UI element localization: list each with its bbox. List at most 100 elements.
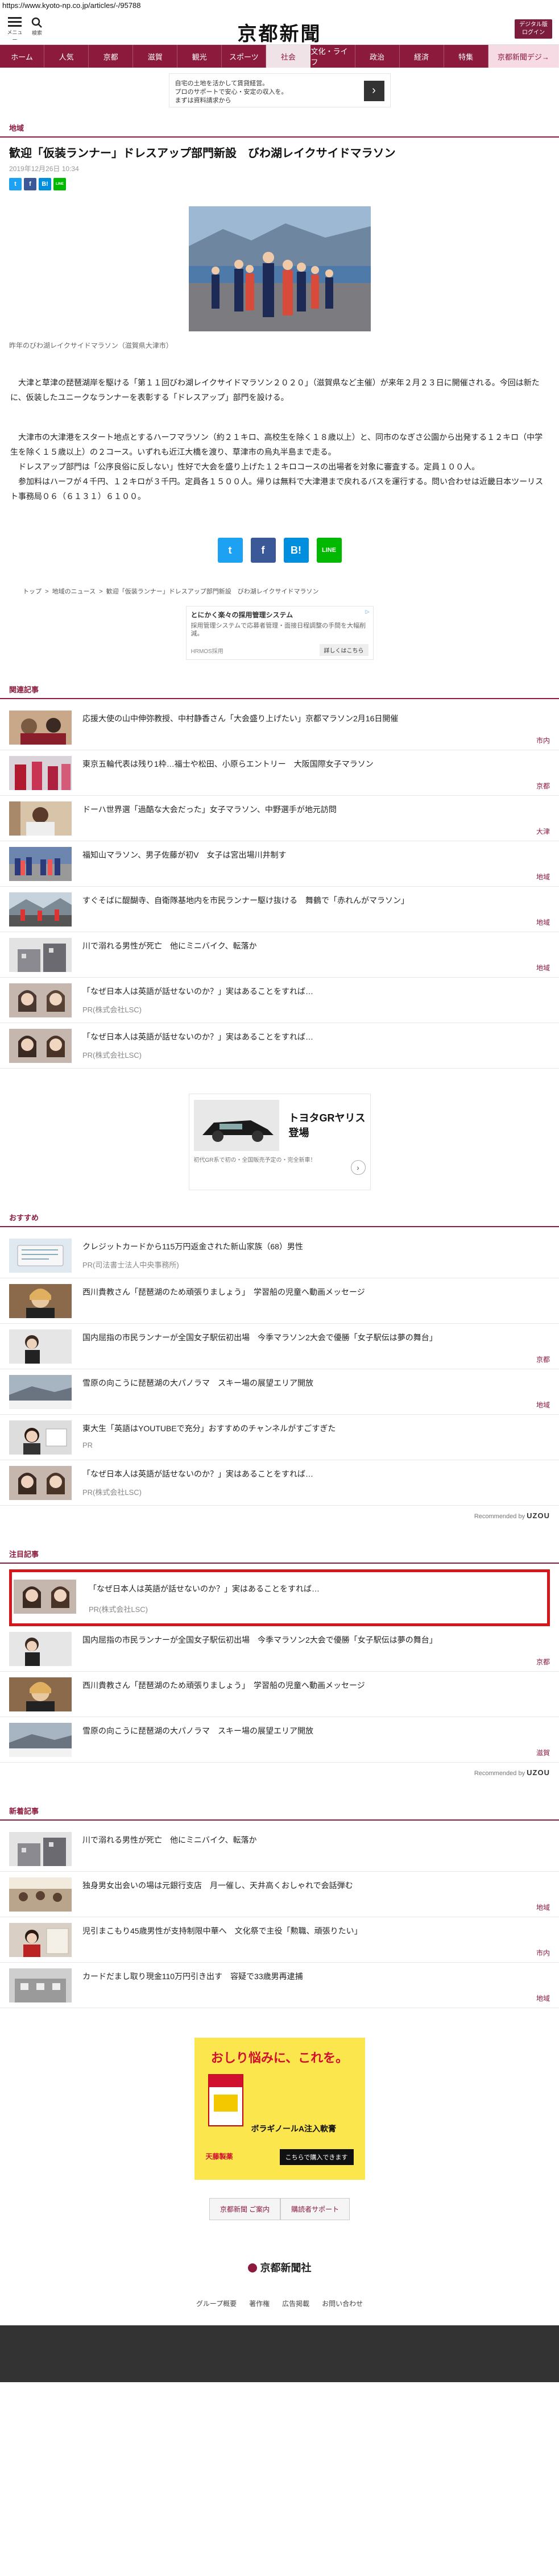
chumoku-item-2[interactable]: 国内屈指の市民ランナーが全国女子駅伝初出場 今季マラソン2大会で優勝「女子駅伝は… <box>0 1626 559 1672</box>
footer-nav-copyright[interactable]: 著作権 <box>249 2299 270 2308</box>
related-item-5[interactable]: すぐそばに醍醐寺、自衛隊基地内を市民ランナー駆け抜ける 舞鶴で「赤れんがマラソン… <box>0 887 559 932</box>
nav-features[interactable]: 特集 <box>444 45 488 68</box>
nav-popular[interactable]: 人気 <box>44 45 89 68</box>
footer-nav-ads[interactable]: 広告掲載 <box>282 2299 309 2308</box>
article-photo[interactable] <box>188 206 371 331</box>
thumbnail-image <box>9 1420 72 1455</box>
thumbnail-image <box>9 1239 72 1273</box>
related-item-7[interactable]: 「なぜ日本人は英語が話せないのか？」実はあることをすれば… PR(株式会社LSC… <box>0 978 559 1023</box>
nav-sports[interactable]: スポーツ <box>222 45 267 68</box>
chumoku-item-1[interactable]: 「なぜ日本人は英語が話せないのか？」実はあることをすれば… PR(株式会社LSC… <box>9 1569 550 1626</box>
mid-ad-banner[interactable]: とにかく楽々の採用管理システム 採用管理システムで応募者管理・面接日程調整の手間… <box>185 606 374 660</box>
share-bar-top: t f B! LINE <box>0 178 559 190</box>
footer-nav-group[interactable]: グループ概要 <box>196 2299 237 2308</box>
related-item-4[interactable]: 福知山マラソン、男子佐藤が初V 女子は宮出場川井制す 地域 <box>0 841 559 887</box>
article-paragraph-2: 大津市の大津港をスタート地点とするハーフマラソン（約２１キロ、高校生を除く１８歳… <box>10 433 543 456</box>
footer-link-info[interactable]: 京都新聞 ご案内 <box>209 2198 281 2220</box>
footer-link-support[interactable]: 購読者サポート <box>280 2198 350 2220</box>
latest-item-4[interactable]: カードだまし取り現金110万円引き出す 容疑で33歳男再逮捕 地域 <box>0 1963 559 2008</box>
hatena-bookmark-icon[interactable]: B! <box>39 178 51 190</box>
facebook-share-icon[interactable]: f <box>250 538 276 563</box>
latest-item-1[interactable]: 川で溺れる男性が死亡 他にミニバイク、転落か <box>0 1826 559 1872</box>
thumbnail-image <box>9 711 72 745</box>
list-item-tag[interactable]: 市内 <box>536 736 550 745</box>
list-item-tag[interactable]: 大津 <box>536 826 550 836</box>
related-item-6[interactable]: 川で溺れる男性が死亡 他にミニバイク、転落か 地域 <box>0 932 559 978</box>
digital-login-button[interactable]: デジタル版 ログイン <box>515 19 552 39</box>
marathon-photo-image <box>188 206 371 331</box>
related-heading: 関連記事 <box>9 685 39 694</box>
breadcrumb-local[interactable]: 地域のニュース <box>52 588 96 595</box>
list-item-tag[interactable]: 市内 <box>536 1948 550 1958</box>
chevron-right-icon[interactable]: › <box>363 81 384 101</box>
company-seal-icon <box>247 2263 257 2272</box>
share-bar-bottom: t f B! LINE <box>0 538 559 563</box>
osusume-item-5[interactable]: 東大生「英語はYOUTUBEで充分」おすすめのチャンネルがすごすぎた PR <box>0 1415 559 1460</box>
list-item-tag[interactable]: 地域 <box>536 917 550 927</box>
nav-kyoto[interactable]: 京都 <box>89 45 134 68</box>
nav-politics[interactable]: 政治 <box>355 45 400 68</box>
hatena-share-icon[interactable]: B! <box>283 538 309 563</box>
mid-ad-brand: HRMOS採用 <box>191 649 223 655</box>
list-item-title: すぐそばに醍醐寺、自衛隊基地内を市民ランナー駆け抜ける 舞鶴で「赤れんがマラソン… <box>82 896 409 905</box>
article-section-label[interactable]: 地域 <box>0 122 559 133</box>
chevron-right-icon[interactable]: › <box>350 1160 366 1175</box>
mid-ad-cta[interactable]: 詳しくはこちら <box>319 644 368 656</box>
list-item-title: カードだまし取り現金110万円引き出す 容疑で33歳男再逮捕 <box>82 1972 303 1981</box>
list-item-tag[interactable]: 地域 <box>536 963 550 973</box>
nav-digital[interactable]: 京都新聞デジ→ <box>488 45 559 68</box>
list-item-tag[interactable]: 地域 <box>536 1902 550 1912</box>
nav-culture[interactable]: 文化・ライフ <box>310 45 355 68</box>
line-share-icon[interactable]: LINE <box>316 538 342 563</box>
list-item-title: クレジットカードから115万円返金された新山家族（68）男性 <box>82 1242 303 1251</box>
ad-choices-icon[interactable]: ▷ <box>366 609 370 615</box>
top-ad-banner[interactable]: 自宅の土地を活かして賃貸経営。 プロのサポートで安心・安定の収入を。 まずは資料… <box>168 73 391 107</box>
list-item-tag[interactable]: 京都 <box>536 1657 550 1667</box>
car-image <box>193 1100 279 1151</box>
chumoku-item-3[interactable]: 西川貴教さん「琵琶湖のため頑張りましょう」 学習船の児童へ動画メッセージ <box>0 1672 559 1717</box>
list-item-tag[interactable]: 地域 <box>536 872 550 882</box>
footer-nav-contact[interactable]: お問い合わせ <box>322 2299 363 2308</box>
osusume-item-3[interactable]: 国内屈指の市民ランナーが全国女子駅伝初出場 今季マラソン2大会で優勝「女子駅伝は… <box>0 1324 559 1369</box>
bottom-ad-cta[interactable]: こちらで購入できます <box>279 2149 354 2165</box>
twitter-icon[interactable]: t <box>9 178 22 190</box>
bottom-ad-maker: 天藤製薬 <box>205 2153 233 2160</box>
list-item-sponsor: PR <box>82 1441 93 1449</box>
bottom-ad-banner[interactable]: おしり悩みに、これを。 ボラギノールA注入軟膏 天藤製薬 こちらで購入できます <box>194 2038 365 2180</box>
url-bar[interactable]: https://www.kyoto-np.co.jp/articles/-/95… <box>0 0 559 14</box>
related-item-2[interactable]: 東京五輪代表は残り1枠…福士や松田、小原らエントリー 大阪国際女子マラソン 京都 <box>0 750 559 796</box>
thumbnail-image <box>9 1632 72 1666</box>
osusume-item-1[interactable]: クレジットカードから115万円返金された新山家族（68）男性 PR(司法書士法人… <box>0 1233 559 1278</box>
facebook-icon[interactable]: f <box>24 178 36 190</box>
list-item-tag[interactable]: 地域 <box>536 1993 550 2003</box>
recommended-by[interactable]: Recommended by UZOU <box>0 1768 559 1777</box>
footer-logo[interactable]: 京都新聞社 <box>0 2260 559 2275</box>
nav-home[interactable]: ホーム <box>0 45 45 68</box>
list-item-tag[interactable]: 地域 <box>536 1400 550 1410</box>
thumbnail-image <box>9 938 72 972</box>
osusume-heading: おすすめ <box>9 1214 39 1222</box>
related-item-1[interactable]: 応援大使の山中伸弥教授、中村静香さん「大会盛り上げたい」京都マラソン2月16日開… <box>0 705 559 750</box>
thumbnail-image <box>9 847 72 881</box>
latest-item-3[interactable]: 児引まこもり45歳男性が支持制限中華へ 文化祭で主役「勲職、頑張りたい」 市内 <box>0 1917 559 1963</box>
nav-economy[interactable]: 経済 <box>400 45 444 68</box>
list-item-tag[interactable]: 滋賀 <box>536 1748 550 1758</box>
list-item-tag[interactable]: 京都 <box>536 781 550 791</box>
related-item-8[interactable]: 「なぜ日本人は英語が話せないのか？」実はあることをすれば… PR(株式会社LSC… <box>0 1023 559 1069</box>
nav-sightseeing[interactable]: 観光 <box>177 45 222 68</box>
osusume-item-2[interactable]: 西川貴教さん「琵琶湖のため頑張りましょう」 学習船の児童へ動画メッセージ <box>0 1278 559 1324</box>
related-item-3[interactable]: ドーハ世界選「過酷な大会だった」女子マラソン、中野選手が地元訪問 大津 <box>0 796 559 841</box>
recommended-by[interactable]: Recommended by UZOU <box>0 1511 559 1520</box>
twitter-share-icon[interactable]: t <box>217 538 243 563</box>
chumoku-item-4[interactable]: 雪原の向こうに琵琶湖の大パノラマ スキー場の展望エリア開放 滋賀 <box>0 1717 559 1763</box>
nav-shiga[interactable]: 滋賀 <box>133 45 178 68</box>
nav-society[interactable]: 社会 <box>266 45 311 68</box>
breadcrumb-top[interactable]: トップ <box>23 588 42 595</box>
osusume-item-4[interactable]: 雪原の向こうに琵琶湖の大パノラマ スキー場の展望エリア開放 地域 <box>0 1369 559 1415</box>
car-ad-banner[interactable]: トヨタGRヤリス 登場 初代GR系で初の・全国販売予定の・完全新車！ › <box>188 1094 371 1190</box>
site-logo[interactable]: 京都新聞 <box>0 18 559 46</box>
line-icon[interactable]: LINE <box>53 178 66 190</box>
list-item-tag[interactable]: 京都 <box>536 1355 550 1364</box>
osusume-item-6[interactable]: 「なぜ日本人は英語が話せないのか？」実はあることをすれば… PR(株式会社LSC… <box>0 1460 559 1506</box>
latest-item-2[interactable]: 独身男女出会いの場は元銀行支店 月一催し、天井高くおしゃれで会話弾む 地域 <box>0 1872 559 1917</box>
